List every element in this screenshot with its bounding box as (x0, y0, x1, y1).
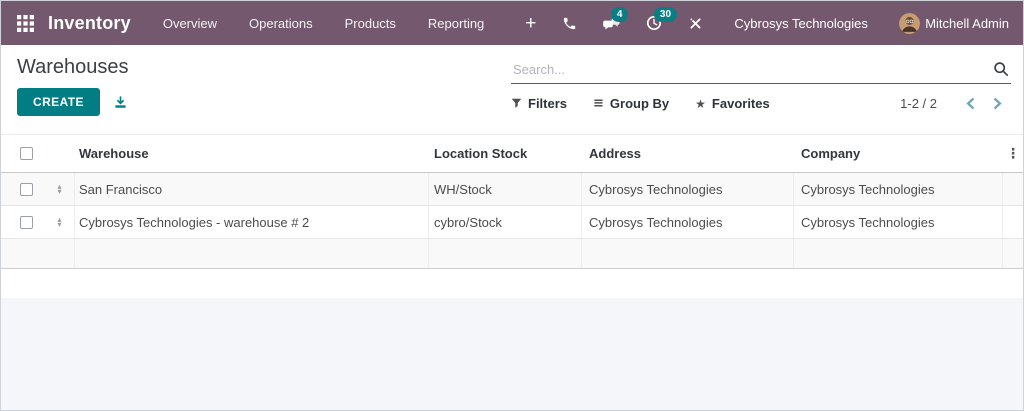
pager: 1-2 / 2 (900, 95, 1011, 112)
search-icon (994, 62, 1009, 77)
activities-badge: 30 (654, 7, 677, 22)
optional-columns-icon[interactable]: ⋮ (1006, 147, 1020, 161)
voip-phone-button[interactable] (549, 1, 590, 45)
create-button[interactable]: CREATE (17, 88, 100, 116)
menu-products[interactable]: Products (329, 1, 412, 45)
pager-range[interactable]: 1-2 / 2 (900, 96, 937, 111)
cell-company: Cybrosys Technologies (794, 206, 1003, 238)
avatar (899, 12, 921, 34)
user-name: Mitchell Admin (925, 15, 1009, 31)
messages-badge: 4 (611, 7, 628, 22)
group-by-button[interactable]: ≡ Group By (593, 96, 669, 111)
company-switcher[interactable]: Cybrosys Technologies (724, 16, 877, 31)
column-header-location-stock[interactable]: Location Stock (429, 135, 582, 172)
menu-operations[interactable]: Operations (233, 1, 329, 45)
phone-icon (564, 17, 576, 29)
export-button[interactable] (113, 95, 128, 110)
cell-address: Cybrosys Technologies (582, 173, 794, 205)
app-window: Inventory Overview Operations Products R… (0, 0, 1024, 411)
row-checkbox[interactable] (20, 215, 33, 229)
plus-icon: + (525, 12, 537, 34)
favorites-label: Favorites (711, 96, 770, 111)
group-by-label: Group By (609, 96, 670, 111)
list-bottom-spacer (1, 269, 1023, 298)
search-input[interactable] (511, 61, 991, 77)
quick-create-button[interactable]: + (512, 1, 549, 45)
column-header-warehouse[interactable]: Warehouse (75, 135, 429, 172)
pager-previous-button[interactable] (957, 95, 984, 112)
app-name[interactable]: Inventory (48, 13, 131, 34)
table-header-row: Warehouse Location Stock Address Company… (1, 135, 1023, 173)
pager-next-button[interactable] (984, 95, 1011, 112)
apps-grid-icon (17, 14, 34, 32)
filters-label: Filters (528, 96, 568, 111)
empty-table-row (1, 239, 1023, 269)
chevron-left-icon (966, 97, 975, 110)
table-row[interactable]: ▴ ▾ Cybrosys Technologies - warehouse # 2… (1, 206, 1023, 239)
user-menu[interactable]: Mitchell Admin (899, 12, 1009, 34)
menu-reporting[interactable]: Reporting (412, 1, 500, 45)
drag-handle-icon[interactable]: ▴ ▾ (57, 183, 61, 196)
top-navbar: Inventory Overview Operations Products R… (1, 1, 1023, 45)
debug-tools-button[interactable] (675, 1, 716, 45)
messages-button[interactable]: 4 (590, 1, 633, 45)
cell-company: Cybrosys Technologies (794, 173, 1003, 205)
table-row[interactable]: ▴ ▾ San Francisco WH/Stock Cybrosys Techn… (1, 173, 1023, 206)
cell-location-stock: WH/Stock (429, 173, 582, 205)
filters-button[interactable]: Filters (511, 96, 567, 111)
group-by-icon: ≡ (593, 96, 604, 111)
export-download-icon (115, 95, 126, 108)
column-header-address[interactable]: Address (582, 135, 794, 172)
select-all-checkbox[interactable] (20, 147, 33, 160)
cell-location-stock: cybro/Stock (429, 206, 582, 238)
tools-icon (689, 16, 701, 29)
search-button[interactable] (991, 61, 1011, 77)
search-box (511, 55, 1011, 84)
systray: + 4 30 (512, 1, 716, 45)
column-header-company[interactable]: Company (794, 135, 1003, 172)
chevron-right-icon (993, 97, 1002, 110)
favorites-button[interactable]: ★ Favorites (695, 96, 770, 111)
cell-warehouse: Cybrosys Technologies - warehouse # 2 (75, 206, 429, 238)
page-title: Warehouses (17, 56, 129, 78)
filter-funnel-icon (511, 98, 522, 108)
content-background (1, 298, 1023, 410)
search-options: Filters ≡ Group By ★ Favorites (511, 96, 770, 111)
apps-menu-button[interactable] (17, 14, 34, 32)
star-icon: ★ (695, 96, 706, 111)
control-panel: Warehouses CREATE Search... Filters ≡ Gr… (1, 45, 1023, 135)
cell-address: Cybrosys Technologies (582, 206, 794, 238)
drag-handle-icon[interactable]: ▴ ▾ (57, 216, 61, 229)
warehouses-list: Warehouse Location Stock Address Company… (1, 135, 1023, 269)
cell-warehouse: San Francisco (75, 173, 429, 205)
row-checkbox[interactable] (20, 182, 33, 196)
menu-overview[interactable]: Overview (147, 1, 233, 45)
main-menu: Overview Operations Products Reporting (147, 1, 500, 45)
activities-button[interactable]: 30 (633, 1, 677, 45)
